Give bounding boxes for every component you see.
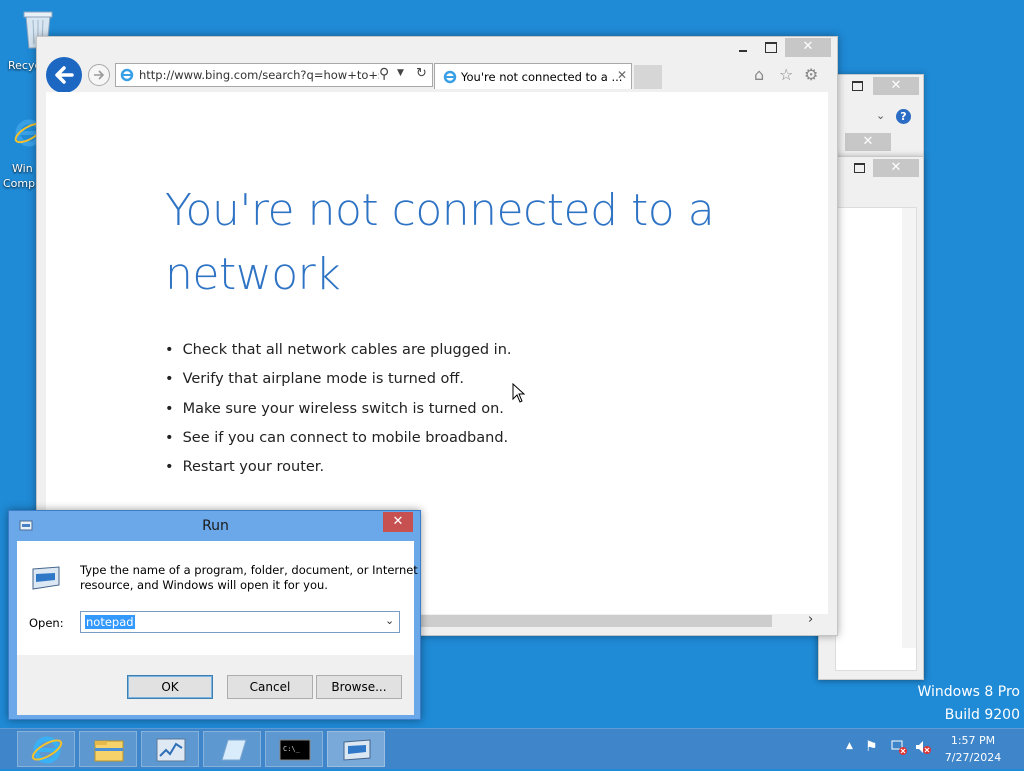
favorites-star-icon[interactable]: ☆	[779, 65, 793, 84]
open-label: Open:	[29, 616, 64, 630]
list-item: See if you can connect to mobile broadba…	[165, 424, 512, 453]
close-button[interactable]: ✕	[785, 38, 831, 57]
browse-button[interactable]: Browse...	[316, 675, 402, 699]
os-watermark-line1: Windows 8 Pro	[917, 684, 1020, 700]
close-button-2[interactable]: ✕	[845, 133, 891, 151]
ie-tab-icon	[443, 70, 457, 84]
clock-date[interactable]: 7/27/2024	[940, 751, 1006, 764]
help-icon[interactable]: ?	[896, 109, 911, 124]
content-area	[835, 207, 917, 671]
close-button[interactable]: ✕	[873, 77, 919, 95]
taskbar-internet-explorer[interactable]	[17, 731, 75, 767]
run-body: Type the name of a program, folder, docu…	[17, 541, 418, 715]
dropdown-icon[interactable]: ▼	[397, 68, 404, 78]
clock-time[interactable]: 1:57 PM	[940, 734, 1006, 747]
taskbar-app[interactable]	[203, 731, 261, 767]
taskbar-command-prompt[interactable]: C:\_	[265, 731, 323, 767]
action-center-flag-icon[interactable]: ⚑	[865, 739, 878, 755]
cancel-button[interactable]: Cancel	[227, 675, 313, 699]
run-title: Run	[202, 518, 229, 534]
address-bar[interactable]: http://www.bing.com/search?q=how+to+st ⚲…	[115, 63, 433, 87]
run-program-icon	[29, 565, 63, 591]
forward-arrow-icon	[94, 70, 105, 80]
new-tab-button[interactable]	[634, 65, 662, 89]
maximize-icon[interactable]	[852, 81, 863, 91]
svg-text:C:\_: C:\_	[283, 745, 301, 753]
minimize-button[interactable]	[737, 43, 749, 53]
scroll-thumb[interactable]	[416, 615, 772, 627]
close-button[interactable]: ✕	[873, 159, 919, 177]
run-dialog[interactable]: Run ✕ Type the name of a program, folder…	[8, 510, 421, 720]
gear-icon[interactable]: ⚙	[804, 65, 818, 84]
mouse-cursor-icon	[512, 382, 526, 403]
network-disconnected-icon[interactable]	[890, 739, 908, 755]
run-description-line1: Type the name of a program, folder, docu…	[80, 563, 418, 577]
taskbar-file-explorer[interactable]	[79, 731, 137, 767]
show-hidden-icons-icon[interactable]: ▲	[846, 741, 853, 751]
volume-muted-icon[interactable]	[914, 739, 932, 755]
internet-explorer-icon	[31, 736, 63, 764]
chevron-down-icon[interactable]: ⌄	[385, 614, 394, 627]
home-icon[interactable]: ⌂	[754, 65, 764, 84]
address-text[interactable]: http://www.bing.com/search?q=how+to+st	[139, 68, 379, 82]
desktop-icon-computer[interactable]: Win Comp	[0, 112, 44, 196]
vertical-scrollbar[interactable]	[902, 208, 916, 648]
taskbar-run[interactable]	[327, 731, 385, 767]
troubleshoot-list: Check that all network cables are plugge…	[165, 336, 512, 482]
list-item: Make sure your wireless switch is turned…	[165, 395, 512, 424]
computer-label-line2: Comp	[3, 177, 36, 190]
open-combobox[interactable]: notepad ⌄	[80, 611, 400, 633]
list-item: Check that all network cables are plugge…	[165, 336, 512, 365]
run-description-line2: resource, and Windows will open it for y…	[80, 578, 328, 592]
taskbar-task-manager[interactable]	[141, 731, 199, 767]
forward-button[interactable]	[88, 64, 110, 86]
tab-active[interactable]: You're not connected to a ... ✕	[434, 63, 632, 89]
ie-page-icon	[120, 68, 134, 82]
refresh-icon[interactable]: ↻	[416, 66, 427, 81]
tab-title: You're not connected to a ...	[461, 70, 623, 84]
open-input-value[interactable]: notepad	[85, 615, 135, 629]
chevron-down-icon[interactable]: ⌄	[876, 109, 885, 122]
list-item: Restart your router.	[165, 453, 512, 482]
maximize-button[interactable]	[765, 42, 777, 53]
page-heading-line2: network	[165, 249, 341, 300]
back-button[interactable]	[46, 57, 82, 93]
tab-close-icon[interactable]: ✕	[617, 68, 627, 82]
maximize-icon[interactable]	[854, 163, 865, 173]
back-arrow-icon	[55, 66, 74, 84]
search-icon[interactable]: ⚲	[379, 66, 389, 82]
os-watermark-line2: Build 9200	[944, 707, 1020, 723]
computer-label-line1: Win	[12, 162, 33, 175]
list-item: Verify that airplane mode is turned off.	[165, 365, 512, 394]
folder-icon	[94, 740, 124, 762]
run-info-panel: Type the name of a program, folder, docu…	[17, 541, 418, 655]
ok-button[interactable]: OK	[127, 675, 213, 699]
taskbar: C:\_ ▲ ⚑ 1:57 PM 7/27/2024	[0, 728, 1024, 769]
close-button[interactable]: ✕	[383, 512, 413, 532]
scroll-right-icon[interactable]: ›	[808, 612, 813, 627]
app-icon	[221, 739, 247, 761]
run-icon	[343, 739, 371, 761]
task-manager-icon	[156, 738, 186, 762]
page-heading-line1: You're not connected to a	[165, 185, 715, 236]
command-prompt-icon: C:\_	[279, 739, 311, 761]
